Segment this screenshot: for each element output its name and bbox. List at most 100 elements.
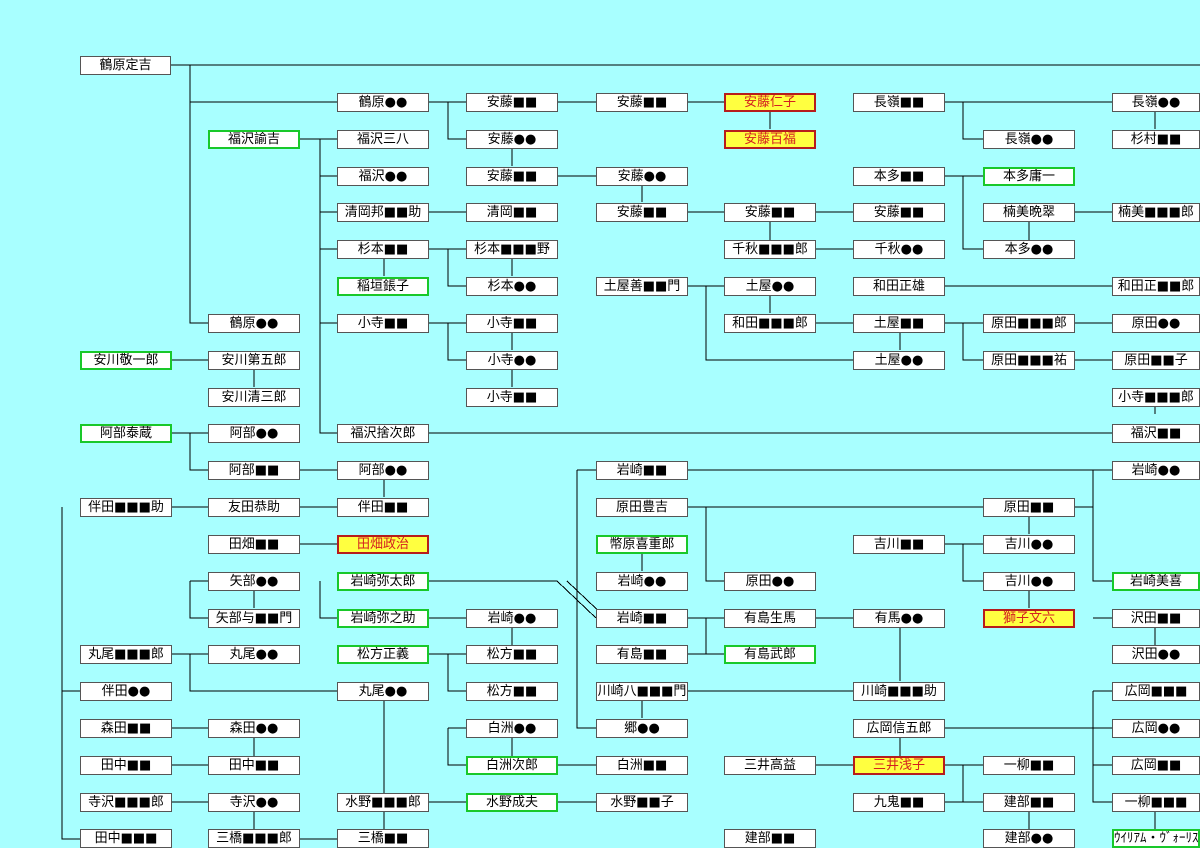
- person-box: 三井浅子: [853, 756, 945, 775]
- person-box: 原田●●: [724, 572, 816, 591]
- person-box: 杉本●●: [466, 277, 558, 296]
- person-box: 安藤■■: [724, 203, 816, 222]
- person-box: 岩崎弥太郎: [337, 572, 429, 591]
- person-box: 三橋■■: [337, 829, 429, 848]
- person-box: 小寺■■: [466, 388, 558, 407]
- person-box: 安川第五郎: [208, 351, 300, 370]
- person-box: 岩崎弥之助: [337, 609, 429, 628]
- person-box: 和田正■■郎: [1112, 277, 1200, 296]
- person-box: 松方■■: [466, 682, 558, 701]
- person-box: 沢田■■: [1112, 609, 1200, 628]
- person-box: 幣原喜重郎: [596, 535, 688, 554]
- person-box: 岩崎●●: [466, 609, 558, 628]
- person-box: 水野成夫: [466, 793, 558, 812]
- person-box: 有島生馬: [724, 609, 816, 628]
- person-box: 原田■■■郎: [983, 314, 1075, 333]
- person-box: 丸尾●●: [337, 682, 429, 701]
- person-box: 安藤●●: [466, 130, 558, 149]
- person-box: 寺沢●●: [208, 793, 300, 812]
- person-box: 田中■■: [80, 756, 172, 775]
- person-box: 安藤■■: [596, 93, 688, 112]
- person-box: 広岡■■■: [1112, 682, 1200, 701]
- person-box: 小寺●●: [466, 351, 558, 370]
- person-box: 阿部●●: [208, 424, 300, 443]
- person-box: 岩崎■■: [596, 461, 688, 480]
- person-box: 川崎■■■助: [853, 682, 945, 701]
- person-box: 阿部■■: [208, 461, 300, 480]
- person-box: 三井高益: [724, 756, 816, 775]
- person-box: 本多■■: [853, 167, 945, 186]
- person-box: 松方■■: [466, 645, 558, 664]
- person-box: 伴田●●: [80, 682, 172, 701]
- person-box: 広岡●●: [1112, 719, 1200, 738]
- person-box: 長嶺●●: [983, 130, 1075, 149]
- person-box: 伴田■■■助: [80, 498, 172, 517]
- person-box: 広岡信五郎: [853, 719, 945, 738]
- person-box: 本多●●: [983, 240, 1075, 259]
- person-box: 阿部泰蔵: [80, 424, 172, 443]
- person-box: 安藤■■: [466, 167, 558, 186]
- person-box: 土屋●●: [853, 351, 945, 370]
- person-box: 松方正義: [337, 645, 429, 664]
- person-box: 白洲●●: [466, 719, 558, 738]
- person-box: 田畑■■: [208, 535, 300, 554]
- person-box: 千秋■■■郎: [724, 240, 816, 259]
- person-box: 清岡■■: [466, 203, 558, 222]
- person-box: 岩崎●●: [1112, 461, 1200, 480]
- person-box: 小寺■■■郎: [1112, 388, 1200, 407]
- person-box: 土屋●●: [724, 277, 816, 296]
- person-box: 原田■■■祐: [983, 351, 1075, 370]
- person-box: 土屋■■: [853, 314, 945, 333]
- person-box: 楠美晩翠: [983, 203, 1075, 222]
- person-box: 杉村■■: [1112, 130, 1200, 149]
- person-box: 白洲■■: [596, 756, 688, 775]
- person-box: 福沢●●: [337, 167, 429, 186]
- person-box: 鶴原●●: [337, 93, 429, 112]
- person-box: 安藤仁子: [724, 93, 816, 112]
- person-box: 鶴原定吉: [80, 56, 171, 75]
- person-box: 丸尾■■■郎: [80, 645, 172, 664]
- person-box: 有島武郎: [724, 645, 816, 664]
- person-box: 建部■■: [983, 793, 1075, 812]
- person-box: 水野■■■郎: [337, 793, 429, 812]
- person-box: 建部■■: [724, 829, 816, 848]
- person-box: 阿部●●: [337, 461, 429, 480]
- person-box: 原田●●: [1112, 314, 1200, 333]
- person-box: 水野■■子: [596, 793, 688, 812]
- person-box: 安藤百福: [724, 130, 816, 149]
- person-box: 安藤■■: [853, 203, 945, 222]
- person-box: 清岡邦■■助: [337, 203, 429, 222]
- person-box: 田中■■■: [80, 829, 172, 848]
- person-box: 本多庸一: [983, 167, 1075, 186]
- person-box: 福沢捨次郎: [337, 424, 429, 443]
- person-box: 伴田■■: [337, 498, 429, 517]
- person-box: 三橋■■■郎: [208, 829, 300, 848]
- person-box: 田畑政治: [337, 535, 429, 554]
- person-box: 広岡■■: [1112, 756, 1200, 775]
- person-box: ｳｲﾘｱﾑ・ｳﾞｫｰﾘｽﾞ: [1112, 829, 1200, 848]
- person-box: 吉川■■: [853, 535, 945, 554]
- person-box: 寺沢■■■郎: [80, 793, 172, 812]
- person-box: 鶴原●●: [208, 314, 300, 333]
- person-box: 楠美■■■郎: [1112, 203, 1200, 222]
- person-box: 安藤■■: [466, 93, 558, 112]
- person-box: 福沢■■: [1112, 424, 1200, 443]
- person-box: 和田■■■郎: [724, 314, 816, 333]
- person-box: 安川敬一郎: [80, 351, 172, 370]
- person-box: 和田正雄: [853, 277, 945, 296]
- person-box: 千秋●●: [853, 240, 945, 259]
- person-box: 建部●●: [983, 829, 1075, 848]
- person-box: 杉本■■: [337, 240, 429, 259]
- person-box: 安藤■■: [596, 203, 688, 222]
- person-box: 有島■■: [596, 645, 688, 664]
- person-box: 矢部●●: [208, 572, 300, 591]
- person-box: 安川清三郎: [208, 388, 300, 407]
- person-box: 田中■■: [208, 756, 300, 775]
- person-box: 川崎八■■■門: [596, 682, 688, 701]
- person-box: 矢部与■■門: [208, 609, 300, 628]
- person-box: 郷●●: [596, 719, 688, 738]
- person-box: 有馬●●: [853, 609, 945, 628]
- person-box: 福沢三八: [337, 130, 429, 149]
- person-box: 長嶺■■: [853, 93, 945, 112]
- person-box: 吉川●●: [983, 572, 1075, 591]
